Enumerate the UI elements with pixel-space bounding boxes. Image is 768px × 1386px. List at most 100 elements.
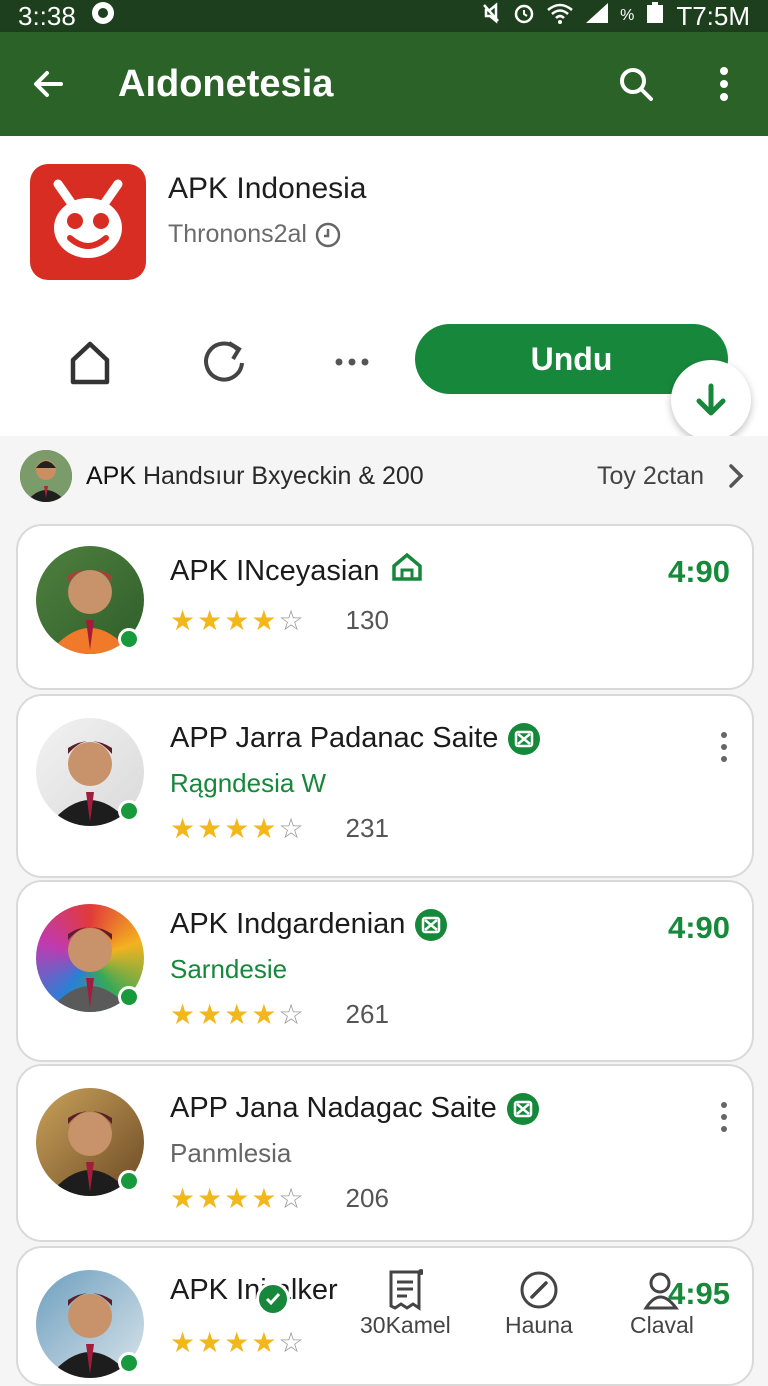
star-filled-icon: ★ bbox=[251, 999, 277, 1030]
app-name: APK Indonesia bbox=[168, 172, 367, 205]
developer-label: Thronons2al bbox=[168, 220, 307, 248]
promo-avatar bbox=[20, 450, 72, 502]
item-score: 4:90 bbox=[667, 554, 730, 589]
promo-right-text: Toy 2ctan bbox=[596, 461, 704, 490]
item-name: APK INceyasian bbox=[170, 554, 380, 587]
app-list-item[interactable]: APP Jana Nadagac Saite Panmlesia ★ ★ ★ ★ ☆ 206 bbox=[16, 1064, 754, 1242]
status-time-right: T7:5M bbox=[676, 0, 750, 31]
profile-icon bbox=[643, 1272, 679, 1310]
promo-row[interactable]: APK Handsıur Bxyeckin & 200 Toy 2ctan bbox=[0, 436, 768, 516]
review-count: 206 bbox=[345, 1183, 389, 1213]
app-icon bbox=[30, 164, 146, 280]
star-filled-icon: ★ bbox=[197, 1183, 223, 1214]
star-filled-icon: ★ bbox=[197, 813, 223, 844]
download-fab[interactable] bbox=[671, 360, 751, 440]
star-empty-icon: ☆ bbox=[278, 813, 304, 844]
overflow-menu-button[interactable] bbox=[680, 66, 768, 102]
app-list-item[interactable]: APK INceyasian ★ ★ ★ ★ ☆ 130 4:90 bbox=[16, 524, 754, 690]
nav-check-badge bbox=[256, 1282, 290, 1316]
star-filled-icon: ★ bbox=[170, 1183, 196, 1214]
nav-item-claval[interactable]: Claval bbox=[630, 1268, 694, 1339]
online-status-dot bbox=[118, 1352, 140, 1374]
check-icon bbox=[265, 1293, 281, 1306]
download-arrow-icon bbox=[696, 383, 726, 416]
page-title: Aıdonetesia bbox=[118, 62, 334, 105]
item-more-vert-icon[interactable] bbox=[718, 1102, 730, 1132]
review-count: 130 bbox=[345, 605, 389, 635]
top-app-bar: Aıdonetesia bbox=[0, 32, 768, 136]
rating-stars: ★ ★ ★ ★ ☆ 261 bbox=[170, 998, 389, 1031]
search-button[interactable] bbox=[592, 65, 680, 103]
star-filled-icon: ★ bbox=[224, 1183, 250, 1214]
item-subtitle: Rągndesia W bbox=[170, 768, 327, 798]
verified-badge-icon bbox=[506, 1092, 539, 1125]
compass-icon bbox=[520, 1271, 558, 1309]
item-title: APK INceyasian bbox=[170, 552, 424, 590]
star-empty-icon: ☆ bbox=[278, 1183, 304, 1214]
more-horiz-icon bbox=[335, 358, 369, 366]
item-score: 4:90 bbox=[667, 910, 730, 945]
status-time-left: 3::38 bbox=[18, 0, 76, 31]
star-filled-icon: ★ bbox=[170, 813, 196, 844]
star-filled-icon: ★ bbox=[224, 813, 250, 844]
search-icon bbox=[620, 68, 653, 101]
verified-badge-icon bbox=[415, 908, 448, 941]
item-name: APP Jana Nadagac Saite bbox=[170, 1092, 497, 1124]
online-status-dot bbox=[118, 800, 140, 822]
item-subtitle: Sarndesie bbox=[170, 954, 288, 984]
item-subtitle: Panmlesia bbox=[170, 1138, 292, 1168]
promo-prefix: APK bbox=[86, 461, 137, 490]
item-title: APP Jana Nadagac Saite bbox=[170, 1092, 539, 1125]
notification-icon bbox=[90, 0, 116, 33]
star-filled-icon: ★ bbox=[224, 999, 250, 1030]
home-button[interactable] bbox=[60, 332, 120, 392]
battery-percent: % bbox=[620, 7, 635, 24]
status-bar: 3::38 % T7:5M bbox=[0, 0, 768, 32]
online-status-dot bbox=[118, 1170, 140, 1192]
nav-label-claval: Claval bbox=[630, 1312, 694, 1338]
rating-stars: ★ ★ ★ ★ ☆ 130 bbox=[170, 604, 389, 637]
verified-badge-icon bbox=[508, 722, 541, 755]
refresh-icon bbox=[204, 341, 244, 382]
receipt-icon bbox=[389, 1269, 424, 1311]
refresh-button[interactable] bbox=[194, 332, 254, 392]
star-filled-icon: ★ bbox=[197, 605, 223, 636]
item-more-vert-icon[interactable] bbox=[718, 732, 730, 762]
star-filled-icon: ★ bbox=[251, 605, 277, 636]
nav-label-kamel: 30Kamel bbox=[360, 1312, 451, 1338]
nav-item-hauna[interactable]: Hauna bbox=[505, 1268, 573, 1339]
battery-icon bbox=[644, 1, 666, 32]
star-filled-icon: ★ bbox=[224, 605, 250, 636]
more-options-button[interactable] bbox=[322, 332, 382, 392]
bottom-navigation: 30Kamel Hauna Claval bbox=[0, 1268, 768, 1344]
item-name: APK Indgardenian bbox=[170, 908, 406, 940]
online-status-dot bbox=[118, 986, 140, 1008]
rating-stars: ★ ★ ★ ★ ☆ 206 bbox=[170, 1182, 389, 1215]
developer-name[interactable]: Thronons2al bbox=[168, 220, 341, 249]
promo-text: APK Handsıur Bxyeckin & 200 bbox=[86, 462, 597, 491]
back-button[interactable] bbox=[0, 67, 96, 101]
signal-icon bbox=[584, 1, 610, 32]
arrow-back-icon bbox=[34, 71, 63, 97]
online-status-dot bbox=[118, 628, 140, 650]
rating-stars: ★ ★ ★ ★ ☆ 231 bbox=[170, 812, 389, 845]
more-vert-icon bbox=[720, 67, 728, 101]
review-count: 231 bbox=[345, 813, 389, 843]
app-list-item[interactable]: APP Jarra Padanac Saite Rągndesia W ★ ★ ★ ★ ☆ 2… bbox=[16, 694, 754, 878]
home-icon bbox=[70, 341, 110, 385]
star-empty-icon: ☆ bbox=[278, 999, 304, 1030]
chevron-right-icon bbox=[729, 464, 744, 488]
star-filled-icon: ★ bbox=[170, 999, 196, 1030]
mute-icon bbox=[480, 1, 502, 32]
verified-clock-icon bbox=[315, 222, 341, 247]
star-filled-icon: ★ bbox=[197, 999, 223, 1030]
nav-item-kamel[interactable]: 30Kamel bbox=[360, 1268, 451, 1339]
app-list-item[interactable]: APK Indgardenian Sarndesie ★ ★ ★ ★ ☆ 261 4:90 bbox=[16, 880, 754, 1062]
star-empty-icon: ☆ bbox=[278, 605, 304, 636]
item-title: APK Indgardenian bbox=[170, 908, 448, 941]
wifi-icon bbox=[546, 1, 574, 32]
item-name: APP Jarra Padanac Saite bbox=[170, 722, 499, 754]
star-filled-icon: ★ bbox=[251, 813, 277, 844]
nav-label-hauna: Hauna bbox=[505, 1312, 573, 1338]
star-filled-icon: ★ bbox=[251, 1183, 277, 1214]
